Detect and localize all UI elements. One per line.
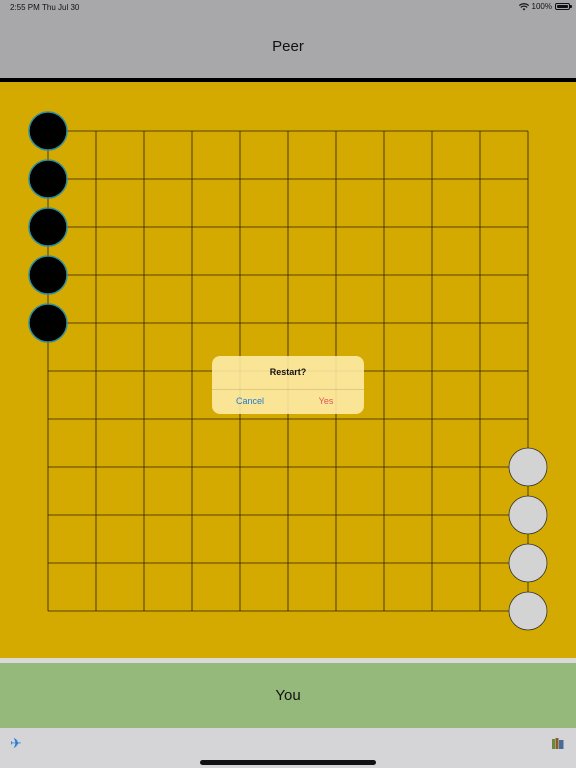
- home-indicator: [200, 760, 376, 765]
- you-stone: [508, 447, 548, 487]
- alert-divider: [212, 389, 364, 390]
- you-stone: [508, 543, 548, 583]
- peer-stone: [28, 207, 68, 247]
- status-date: Thu Jul 30: [42, 3, 80, 12]
- cancel-button[interactable]: Cancel: [212, 396, 288, 406]
- you-label: You: [275, 687, 301, 704]
- alert-title: Restart?: [269, 367, 307, 377]
- status-time: 2:55 PM: [10, 3, 40, 12]
- yes-button[interactable]: Yes: [288, 396, 364, 406]
- peer-stone: [28, 111, 68, 151]
- peer-stone: [28, 303, 68, 343]
- battery-percent: 100%: [531, 2, 552, 11]
- peer-label: Peer: [272, 38, 304, 55]
- status-indicators: 100%: [518, 2, 572, 11]
- battery-icon: [555, 3, 572, 10]
- you-stone: [508, 591, 548, 631]
- you-footer: You: [0, 663, 576, 728]
- airplane-icon[interactable]: ✈: [10, 736, 22, 750]
- peer-stone: [28, 159, 68, 199]
- you-stone: [508, 495, 548, 535]
- peer-stone: [28, 255, 68, 295]
- peer-header: Peer: [0, 14, 576, 82]
- wifi-icon: [518, 2, 529, 11]
- bottom-toolbar: ✈: [0, 728, 576, 768]
- status-bar: 2:55 PM Thu Jul 30 100%: [0, 0, 576, 14]
- restart-alert: Restart? Cancel Yes: [212, 356, 364, 414]
- books-icon[interactable]: [552, 736, 564, 749]
